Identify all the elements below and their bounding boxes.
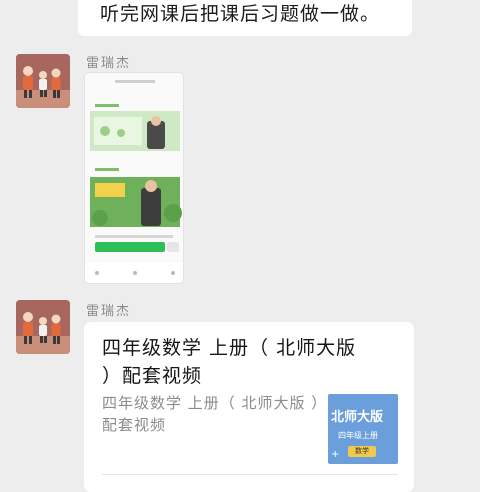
message-text: 听完网课后把课后习题做一做。 — [100, 3, 381, 25]
avatar[interactable] — [16, 54, 70, 108]
message-bubble-text[interactable]: 听完网课后把课后习题做一做。 — [78, 0, 412, 36]
sender-name: 雷瑞杰 — [86, 304, 132, 319]
link-thumbnail: 北师大版 四年级上册 数学 + — [328, 394, 398, 464]
plus-icon: + — [331, 449, 340, 460]
link-title: 四年级数学 上册（ 北师大版 ）配套视频 — [102, 337, 357, 387]
divider — [102, 474, 398, 475]
link-card[interactable]: 四年级数学 上册（ 北师大版 ）配套视频 四年级数学 上册（ 北师大版 ）配套视… — [84, 322, 414, 492]
link-description: 四年级数学 上册（ 北师大版 ）配套视频 — [102, 394, 320, 434]
thumbnail-grade: 四年级上册 — [338, 431, 378, 440]
screenshot-thumbnail-image — [85, 73, 183, 283]
avatar[interactable] — [16, 300, 70, 354]
image-message[interactable] — [84, 72, 184, 284]
family-avatar-icon — [16, 54, 70, 108]
thumbnail-publisher: 北师大版 — [331, 410, 384, 425]
sender-name: 雷瑞杰 — [86, 56, 132, 71]
thumbnail-subject: 数学 — [348, 446, 376, 457]
family-avatar-icon — [16, 300, 70, 354]
